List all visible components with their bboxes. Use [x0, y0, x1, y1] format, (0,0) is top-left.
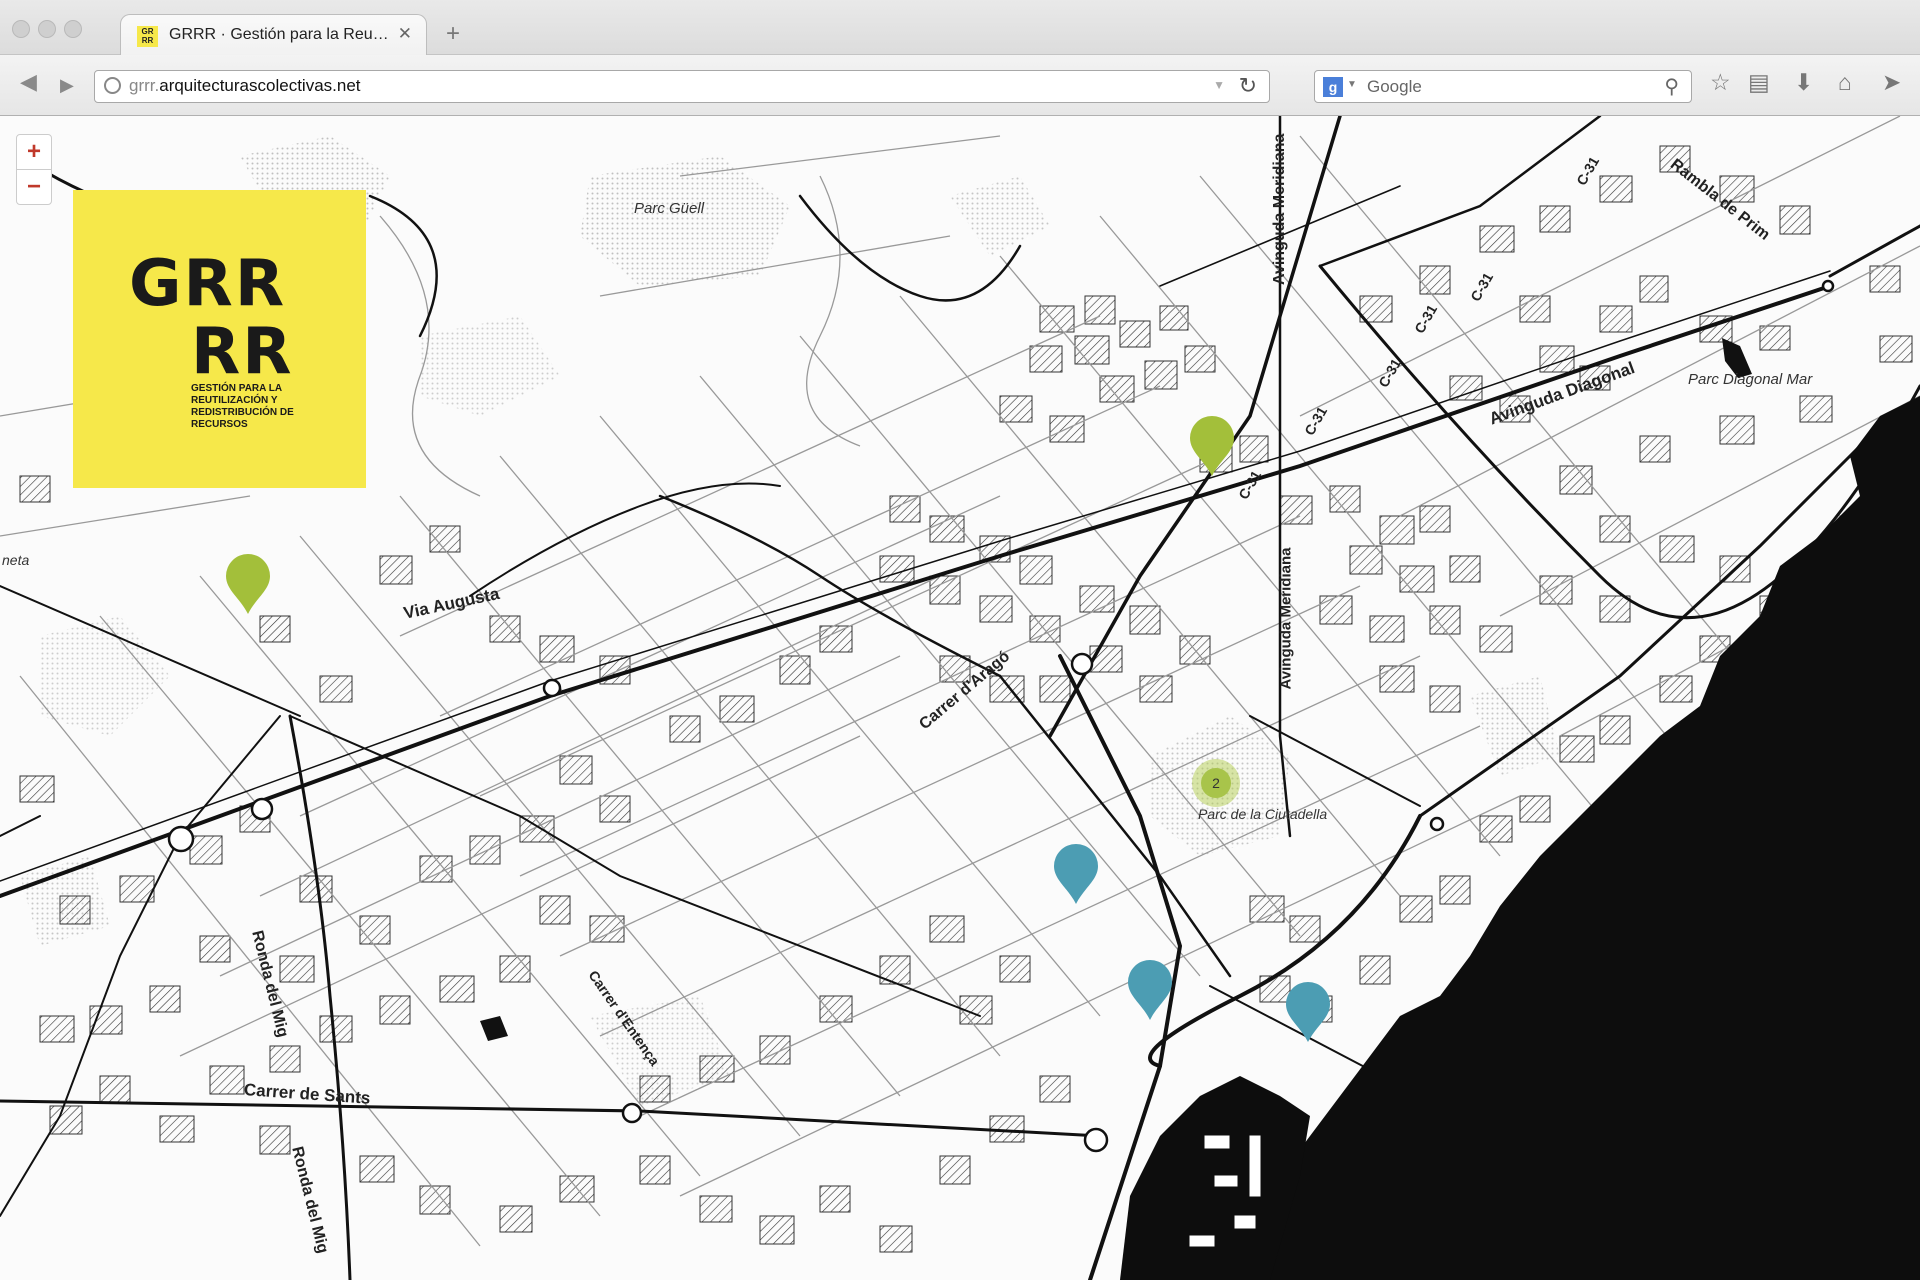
- zoom-out-button[interactable]: −: [17, 169, 51, 204]
- logo-line-1: GRR: [129, 247, 287, 321]
- zoom-in-button[interactable]: +: [17, 135, 51, 169]
- history-dropdown-icon[interactable]: ▼: [1213, 78, 1225, 92]
- new-tab-button[interactable]: +: [446, 22, 460, 46]
- google-search-engine-icon[interactable]: g: [1323, 77, 1343, 97]
- url-prefix: grrr.: [129, 76, 160, 95]
- marker-cluster[interactable]: 2: [1192, 759, 1240, 807]
- bookmark-star-icon[interactable]: ☆: [1710, 71, 1731, 94]
- bookmarks-list-icon[interactable]: ▤: [1748, 71, 1770, 94]
- label-parc-diagonal-mar: Parc Diagonal Mar: [1688, 371, 1813, 388]
- back-icon[interactable]: ◀: [20, 71, 37, 93]
- map-view[interactable]: Parc Güell Avinguda Meridiana Avinguda M…: [0, 116, 1920, 1280]
- zoom-window-button[interactable]: [64, 20, 82, 38]
- search-input[interactable]: Google: [1367, 77, 1422, 97]
- url-host: arquitecturascolectivas.net: [159, 76, 361, 95]
- globe-icon: [104, 77, 121, 94]
- tab-close-icon[interactable]: ✕: [398, 24, 412, 44]
- forward-icon[interactable]: ▶: [60, 74, 74, 96]
- label-parc-guell: Parc Güell: [634, 200, 705, 217]
- site-favicon-icon: GR RR: [137, 26, 158, 47]
- tab-bar: GR RR GRRR · Gestión para la Reu… ✕ +: [0, 0, 1920, 56]
- downloads-icon[interactable]: ⬇: [1794, 71, 1813, 94]
- close-window-button[interactable]: [12, 20, 30, 38]
- zoom-control: + −: [16, 134, 52, 205]
- blue-map-marker[interactable]: [1284, 980, 1332, 1044]
- cluster-count: 2: [1201, 768, 1231, 798]
- search-icon[interactable]: ⚲: [1664, 74, 1679, 99]
- url-text: grrr.arquitecturascolectivas.net: [129, 76, 361, 96]
- home-icon[interactable]: ⌂: [1838, 71, 1852, 94]
- green-map-marker[interactable]: [1188, 414, 1236, 478]
- grrr-logo: GRR RR GESTIÓN PARA LA REUTILIZACIÓN Y R…: [73, 190, 366, 488]
- label-neta: neta: [2, 552, 30, 568]
- navigation-bar: ◀ ▶ grrr.arquitecturascolectivas.net ▼ ↻…: [0, 55, 1920, 116]
- label-parc-ciutadella: Parc de la Ciutadella: [1198, 806, 1328, 822]
- url-bar[interactable]: grrr.arquitecturascolectivas.net ▼ ↻: [94, 70, 1270, 103]
- label-avinguda-meridiana: Avinguda Meridiana: [1277, 547, 1295, 690]
- tab-title: GRRR · Gestión para la Reu…: [169, 26, 389, 43]
- label-avinguda-meridiana-top: Avinguda Meridiana: [1271, 133, 1288, 285]
- search-engine-dropdown-icon[interactable]: ▼: [1347, 79, 1357, 90]
- logo-line-2: RR: [191, 315, 294, 389]
- send-icon[interactable]: ➤: [1882, 71, 1901, 94]
- browser-tab[interactable]: GR RR GRRR · Gestión para la Reu… ✕: [120, 14, 427, 56]
- minimize-window-button[interactable]: [38, 20, 56, 38]
- green-map-marker[interactable]: [224, 552, 272, 616]
- search-bar[interactable]: g ▼ Google ⚲: [1314, 70, 1692, 103]
- reload-icon[interactable]: ↻: [1239, 73, 1257, 99]
- logo-subtitle: GESTIÓN PARA LA REUTILIZACIÓN Y REDISTRI…: [191, 383, 294, 430]
- blue-map-marker[interactable]: [1126, 958, 1174, 1022]
- blue-map-marker[interactable]: [1052, 842, 1100, 906]
